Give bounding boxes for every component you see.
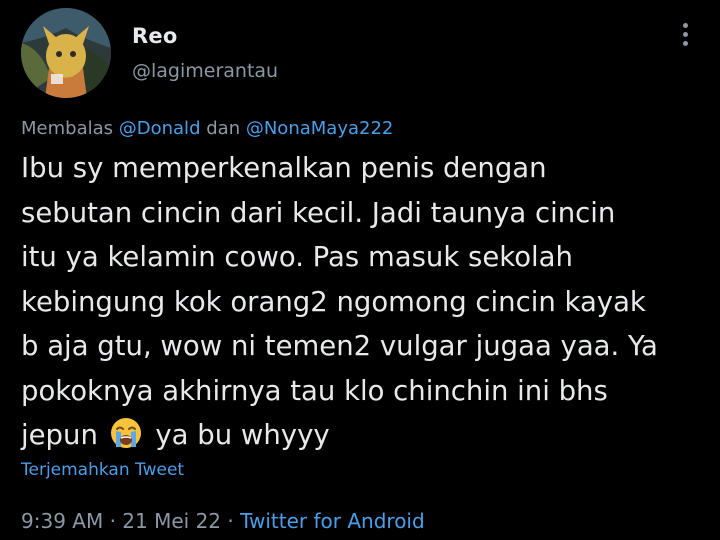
tweet-last-line-after: ya bu whyyy <box>155 419 330 451</box>
tweet-time[interactable]: 9:39 AM <box>21 509 103 533</box>
more-vertical-icon[interactable] <box>676 20 696 50</box>
meta-separator: · <box>227 509 234 533</box>
reply-conjunction: dan <box>206 118 241 139</box>
tweet-last-line-before: jepun <box>21 419 98 451</box>
reply-context: Membalas @Donald dan @NonaMaya222 <box>21 118 393 139</box>
tweet-line: itu ya kelamin cowo. Pas masuk sekolah <box>21 241 573 273</box>
mention-donald[interactable]: @Donald <box>119 118 201 139</box>
loudly-crying-face-icon <box>110 418 141 448</box>
tweet-line: sebutan cincin dari kecil. Jadi taunya c… <box>21 196 616 229</box>
tweet-line: b aja gtu, wow ni temen2 vulgar jugaa ya… <box>21 330 658 362</box>
reply-prefix: Membalas <box>21 118 114 139</box>
tweet-line: Ibu sy memperkenalkan penis dengan <box>21 152 547 184</box>
tweet-line: pokoknya akhirnya tau klo chinchin ini b… <box>21 374 608 407</box>
tweet-date[interactable]: 21 Mei 22 <box>122 509 221 533</box>
mention-nonamaya[interactable]: @NonaMaya222 <box>246 118 394 139</box>
tweet-meta: 9:39 AM · 21 Mei 22 · Twitter for Androi… <box>21 509 425 533</box>
tweet-line: kebingung kok orang2 ngomong cincin kaya… <box>21 285 646 318</box>
meta-separator: · <box>109 509 116 533</box>
tweet-card: Reo @lagimerantau Membalas @Donald dan @… <box>0 0 720 540</box>
tweet-source[interactable]: Twitter for Android <box>240 509 425 533</box>
user-handle[interactable]: @lagimerantau <box>132 60 278 82</box>
avatar-image <box>21 8 111 98</box>
tweet-text: Ibu sy memperkenalkan penis dengan sebut… <box>21 146 711 458</box>
display-name[interactable]: Reo <box>132 24 177 48</box>
tweet-last-line: jepun ya bu whyyy <box>21 413 711 458</box>
translate-tweet-link[interactable]: Terjemahkan Tweet <box>21 460 184 480</box>
avatar[interactable] <box>21 8 111 98</box>
